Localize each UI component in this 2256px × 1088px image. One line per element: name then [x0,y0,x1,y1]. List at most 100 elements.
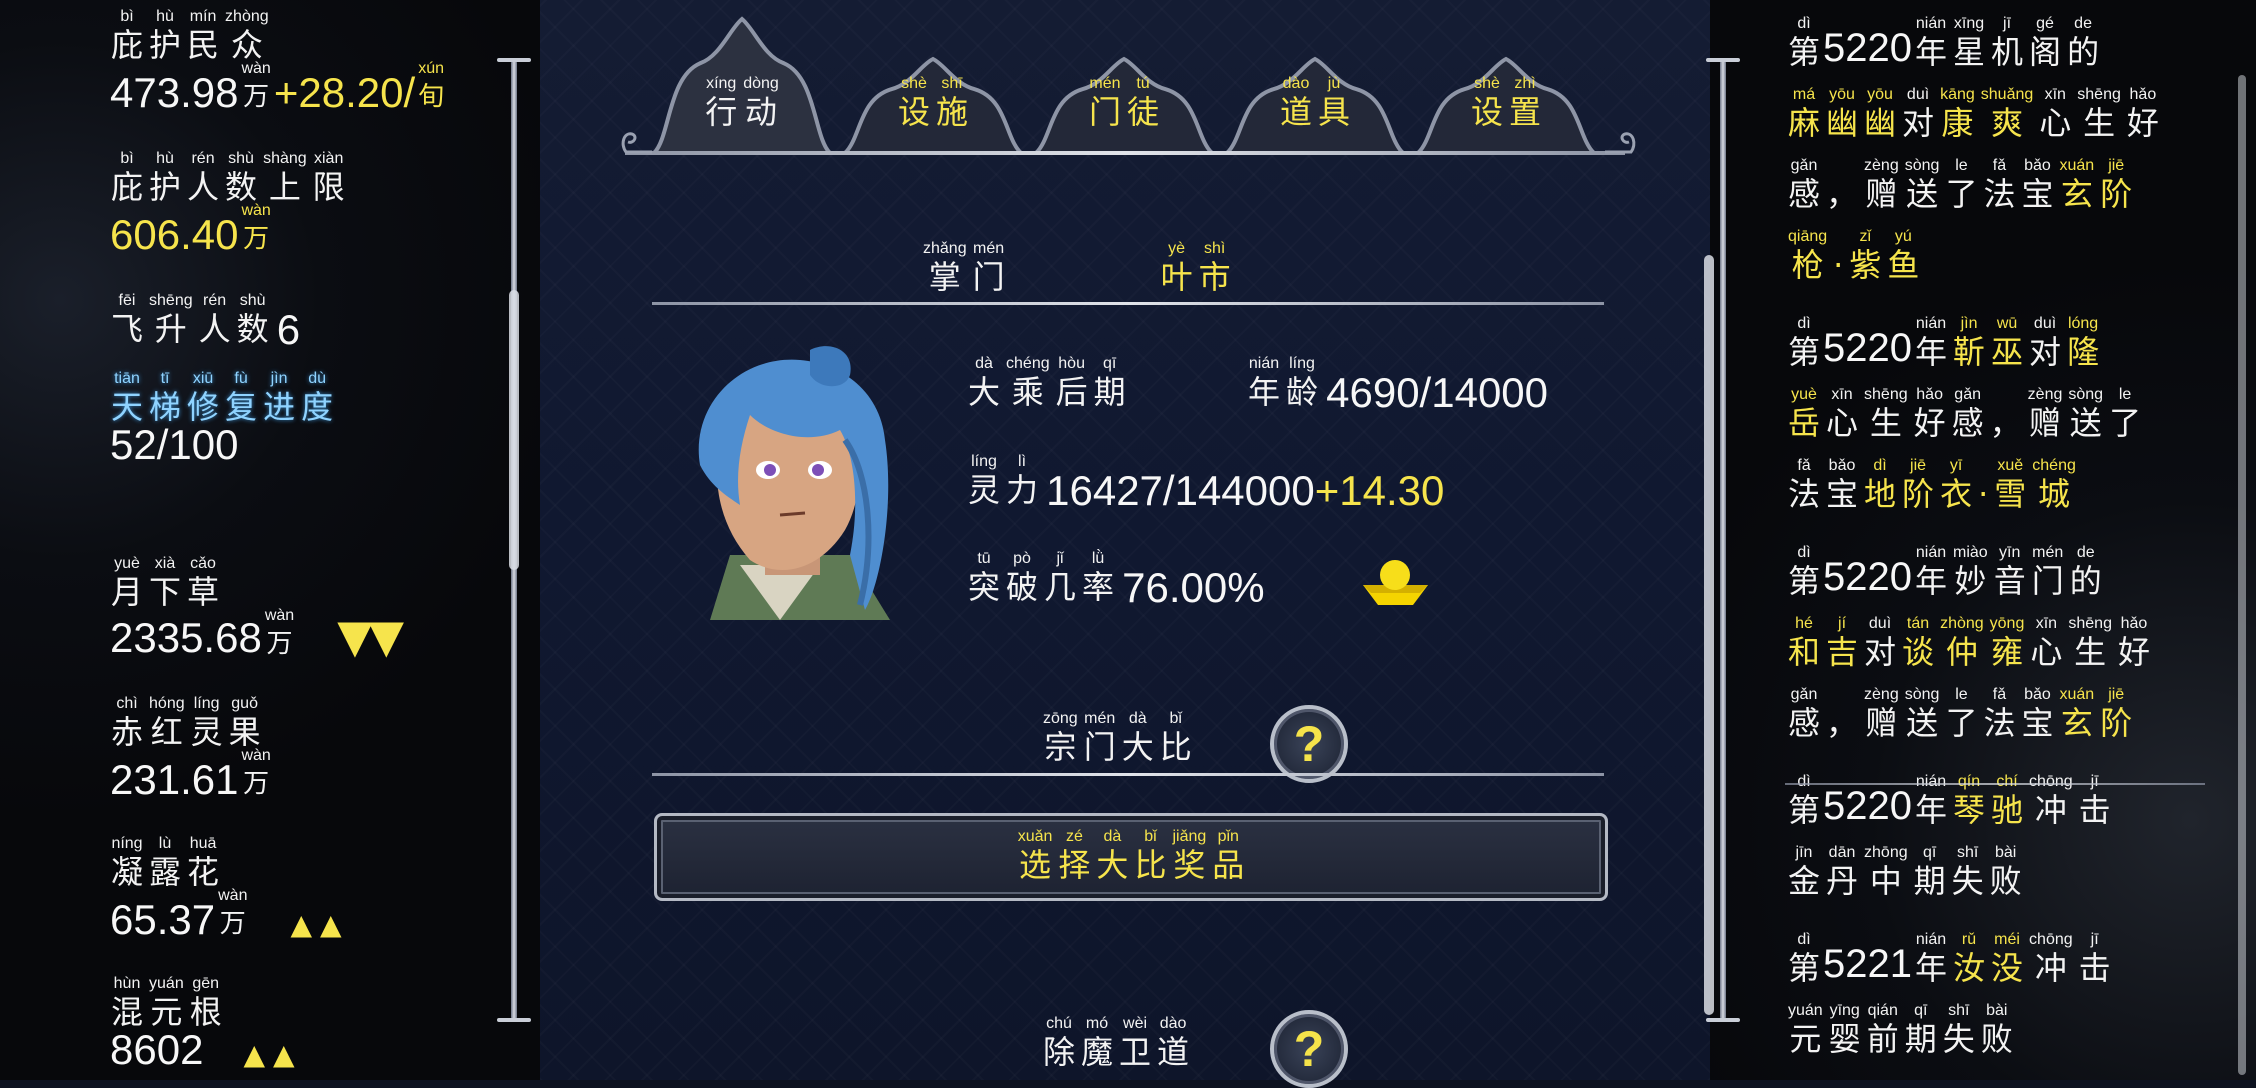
right-scrollbar-track[interactable] [1720,60,1726,1020]
demon-guard-help-icon[interactable]: ? [1270,1010,1348,1088]
pinyin-text: hù [156,150,174,167]
pinyin-text: xīng [1953,15,1985,32]
hanzi-text: 门 [1088,93,1121,131]
log-char: dì 第 [1788,544,1820,600]
ruby-char: shè 设 [1471,75,1503,131]
pinyin-text: yú [1894,228,1912,245]
ruby-char: nián 年 [1248,355,1280,411]
pinyin-text: bì [120,8,134,25]
pinyin-text: nián [1915,15,1947,32]
tab-disciples[interactable]: mén 门 tú 徒 [1032,55,1216,153]
pinyin-text: mó [1085,1015,1109,1032]
log-divider [1785,783,2205,785]
hanzi-text: 康 [1941,104,1974,142]
pinyin-text [2003,386,2007,404]
hanzi-text: 感 [1951,404,1984,442]
pinyin-text: dà [1103,828,1122,845]
log-char: jiē 阶 [2100,686,2132,742]
pinyin-text: mén [1084,710,1116,727]
pinyin-text: duì [2033,315,2057,332]
tab-items[interactable]: dào 道 jù 具 [1223,55,1407,153]
pinyin-text: rén [203,292,227,309]
ruby-char: líng 灵 [968,453,1000,509]
log-scrollbar-thumb[interactable] [2238,75,2246,1075]
hanzi-text: 地 [1864,475,1897,513]
log-char: zèng 赠 [2028,386,2063,442]
hanzi-text: 数 [236,310,269,348]
log-char: chéng 城 [2032,457,2076,513]
tab-action[interactable]: xíng 行 dòng 动 [650,15,834,153]
ruby-char: xiū 修 [187,370,219,426]
pinyin-text: jī [2090,773,2099,790]
pinyin-text: wàn [218,887,248,904]
pinyin-text: yōu [1867,86,1893,103]
pinyin-text: xīn [2035,615,2058,632]
ruby-char: jiǎng 奖 [1172,828,1206,884]
hanzi-text: 雪 [1994,475,2027,513]
pinyin-text: shù [228,150,254,167]
log-char: le 了 [1945,157,1977,213]
log-char: kāng 康 [1940,86,1975,142]
pinyin-text: shì [1203,240,1226,257]
tab-facilities[interactable]: shè 设 shī 施 [841,55,1025,153]
hanzi-text: 果 [228,713,261,751]
competition-help-icon[interactable]: ? [1270,705,1348,783]
log-char: hé 和 [1788,615,1820,671]
resource-value: 6 [276,306,301,353]
gold-ingot-icon[interactable] [1358,557,1433,607]
hanzi-text: 宗 [1044,728,1077,766]
log-char: jiē 阶 [2100,157,2132,213]
log-char: chōng 冲 [2029,773,2073,829]
resource-value-row: 8602 ▲▲ [110,1027,303,1073]
log-year: 5220 [1823,555,1912,599]
log-char: nián 年 [1915,315,1947,371]
ruby-char: shēng 升 [149,292,193,348]
pinyin-text: mín [189,8,217,25]
hanzi-text: 生 [1869,404,1902,442]
right-scrollbar-thumb[interactable] [1704,255,1714,1015]
ruby-char: guǒ 果 [229,695,261,751]
log-line: dì 第 5220 nián 年 xīng 星 jī 机 gé 阁 de 的 [1785,15,2102,71]
log-char: · [1833,228,1843,284]
hanzi-text: 和 [1788,633,1821,671]
pinyin-text: líng [193,695,220,712]
right-scrollbar-cap-bottom [1706,1018,1740,1022]
pinyin-text: le [1955,686,1968,703]
hanzi-text: 进 [263,388,296,426]
pinyin-text: shàng [263,150,307,167]
pinyin-text: qín [1957,773,1981,790]
log-char: tán 谈 [1902,615,1934,671]
log-char: duì 对 [1864,615,1896,671]
pinyin-text: fǎ [1797,457,1811,474]
log-char: dì 第 [1788,315,1820,371]
left-scrollbar-thumb[interactable] [509,290,519,570]
log-char: zèng 赠 [1864,686,1899,742]
hanzi-text: 升 [154,310,187,348]
ruby-char: tī 梯 [149,370,181,426]
hanzi-text: 宝 [2021,175,2054,213]
log-char: shī 失 [1943,1002,1975,1058]
trend-down-icon: ▼▼ [337,609,404,663]
select-reward-button[interactable]: xuǎn 选 zé 择 dà 大 bǐ 比 jiǎng 奖 pǐn 品 [654,813,1608,901]
log-char: qī 期 [1905,1002,1937,1058]
log-char: le 了 [1945,686,1977,742]
resource-unit: wàn 万 [265,607,294,663]
hanzi-text: 金 [1788,862,1821,900]
ruby-char: tiān 天 [111,370,143,426]
log-char: jīn 金 [1788,844,1820,900]
pinyin-text: tī [160,370,170,387]
tab-settings[interactable]: shè 设 zhì 置 [1414,55,1598,153]
hanzi-text: 第 [1788,562,1821,600]
power-value: 16427/144000 [1046,467,1315,514]
right-scrollbar-cap-top [1706,58,1740,62]
pinyin-text: xiàn [313,150,344,167]
leader-portrait[interactable] [670,345,920,620]
hanzi-text: 宝 [2021,704,2054,742]
log-char: bài 败 [1981,1002,2013,1058]
hanzi-text: 设 [1470,93,1503,131]
hanzi-text: 赠 [1865,704,1898,742]
hanzi-text: 赤 [111,713,144,751]
hanzi-text: 年 [1915,791,1948,829]
tab-label-text: shè 设 shī 施 [895,75,971,131]
ruby-char: mín 民 [187,8,219,64]
